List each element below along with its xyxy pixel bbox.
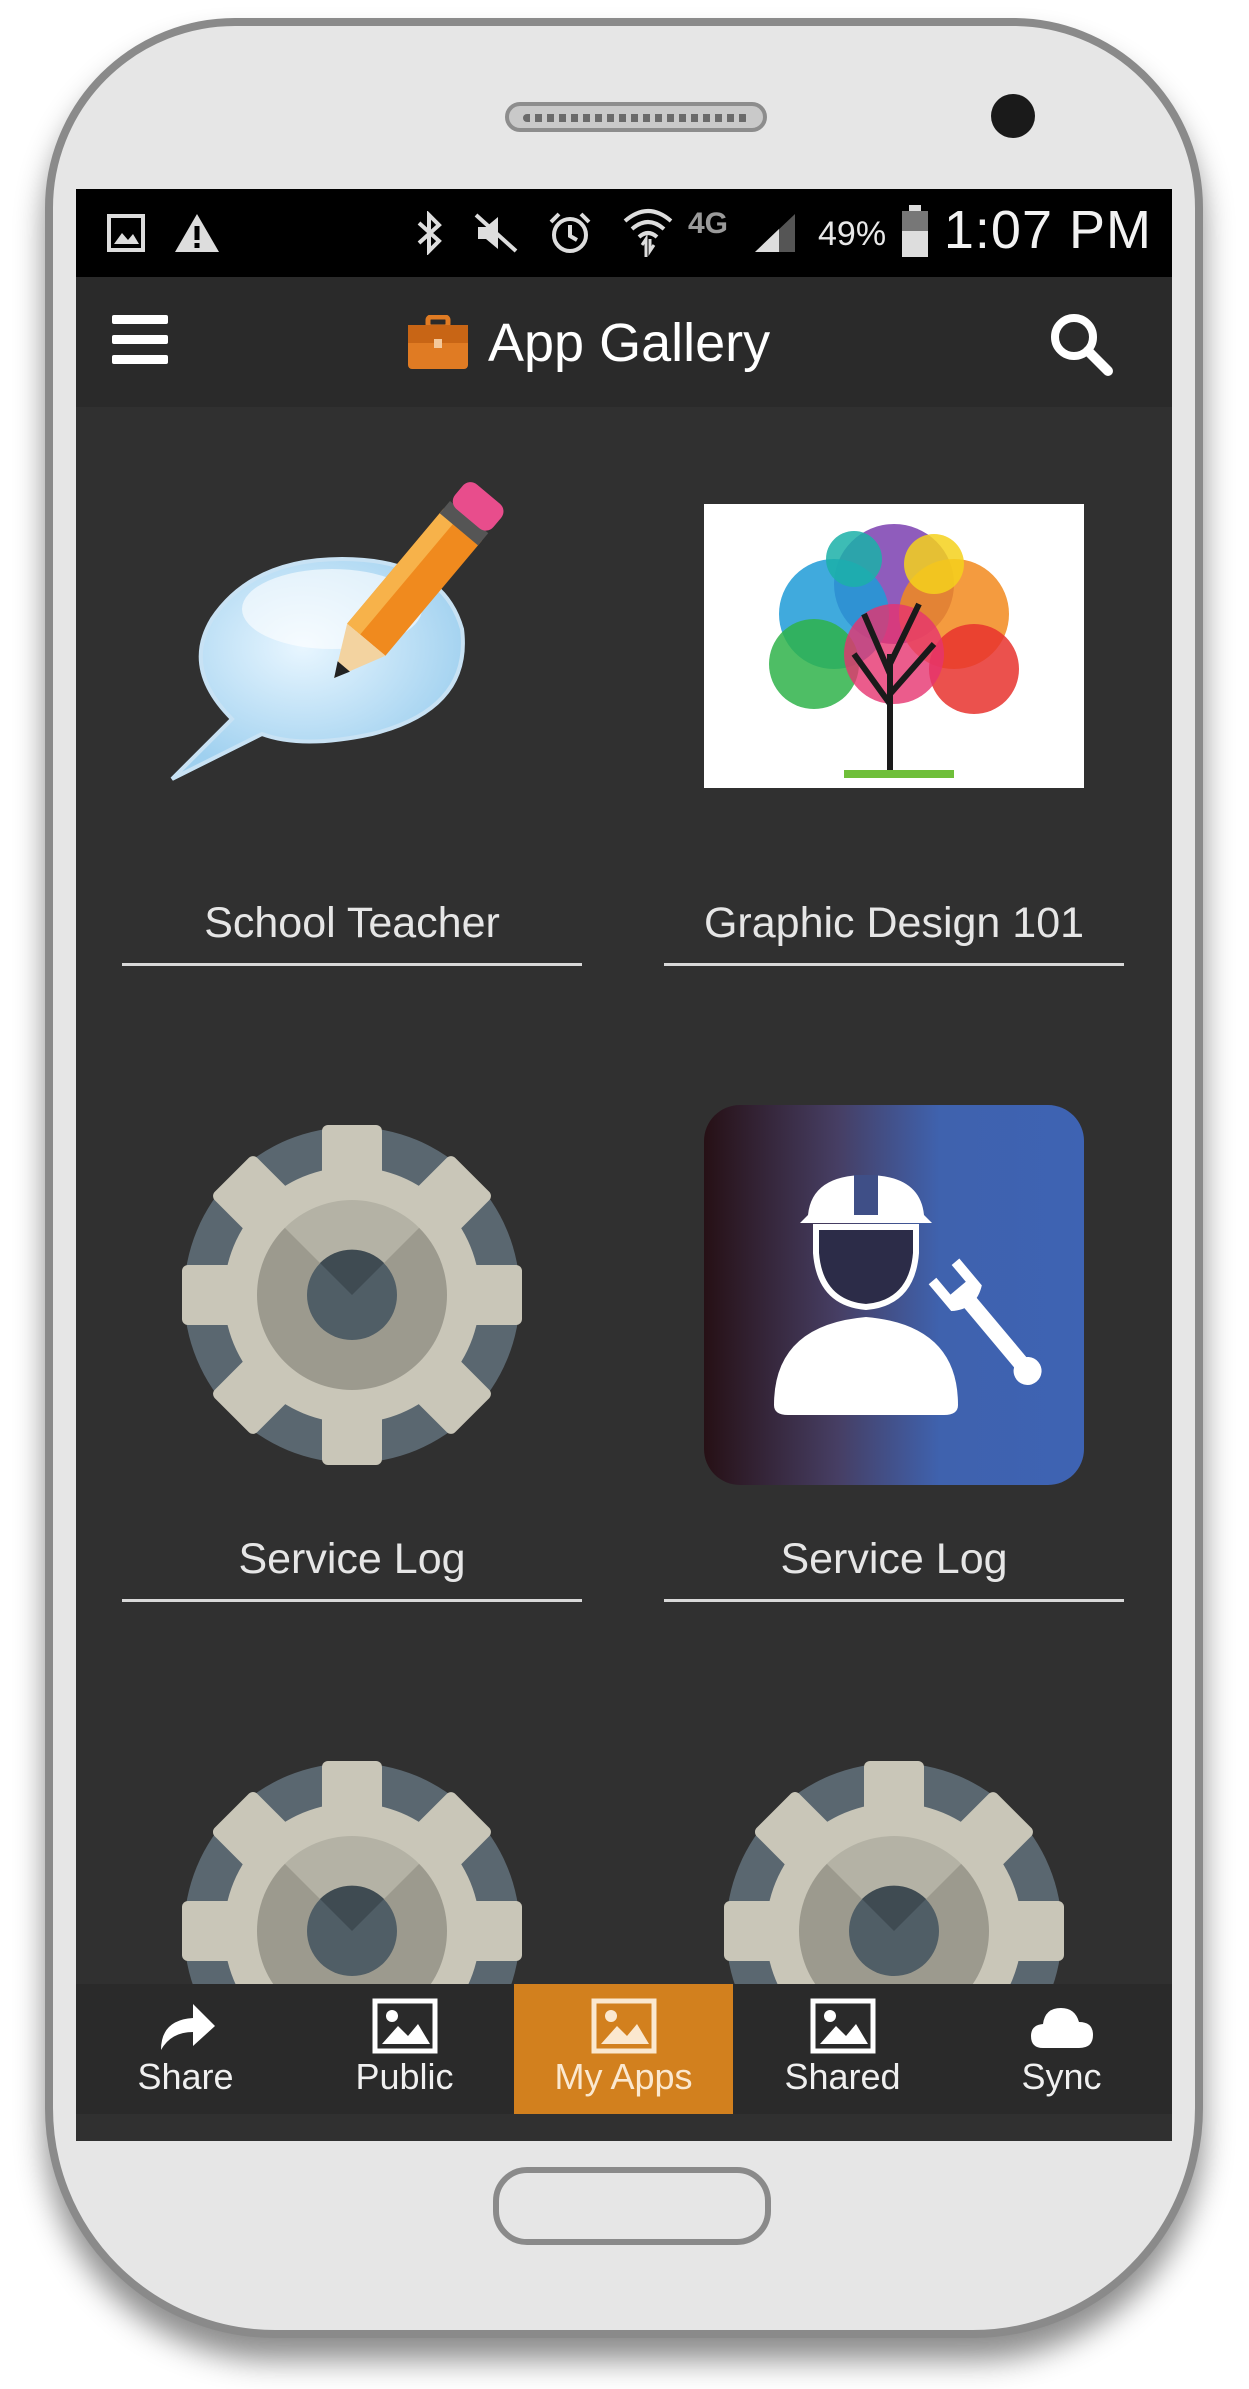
nav-public[interactable]: Public (295, 1984, 514, 2114)
app-tile-graphic-design[interactable]: Graphic Design 101 (664, 429, 1124, 989)
speaker-grille (505, 102, 767, 132)
alarm-icon (546, 211, 594, 255)
home-button[interactable] (493, 2167, 771, 2245)
nav-label: Sync (1021, 2056, 1102, 2097)
nav-label: Public (355, 2056, 454, 2097)
front-camera (991, 94, 1035, 138)
app-label: Graphic Design 101 (703, 899, 1085, 947)
battery-percent: 49% (818, 215, 887, 253)
worker-wrench-icon (694, 1095, 1094, 1495)
network-type: 4G (688, 207, 729, 240)
image-icon (372, 1998, 437, 2054)
app-label: School Teacher (204, 899, 500, 947)
bluetooth-icon (412, 211, 448, 255)
app-tile-school-teacher[interactable]: School Teacher (122, 429, 582, 989)
app-label: Service Log (238, 1535, 466, 1583)
divider (122, 963, 582, 966)
nav-my-apps[interactable]: My Apps (514, 1984, 733, 2114)
nav-shared[interactable]: Shared (733, 1984, 952, 2114)
divider (664, 963, 1124, 966)
app-bar: App Gallery (76, 277, 1172, 407)
wifi-icon (622, 201, 674, 261)
gear-icon (152, 1095, 552, 1495)
menu-icon[interactable] (112, 315, 168, 365)
page-title: App Gallery (488, 313, 771, 373)
status-bar: 4G 49% 1:07 PM (76, 189, 1172, 277)
nav-share[interactable]: Share (76, 1984, 295, 2114)
app-label: Service Log (780, 1535, 1008, 1583)
app-title: App Gallery (406, 311, 770, 375)
nav-label: Shared (784, 2056, 901, 2097)
divider (664, 1599, 1124, 1602)
app-grid: School Teacher Graphic Design 101 Servic… (76, 407, 1172, 2141)
image-icon (104, 211, 148, 255)
battery-icon (900, 203, 930, 259)
app-tile-service-log[interactable]: Service Log (122, 1065, 582, 1625)
speech-pencil-icon (152, 459, 552, 859)
briefcase-icon (408, 315, 468, 369)
screen: 4G 49% 1:07 PM App Gallery School Teache… (76, 189, 1172, 2141)
warning-icon (172, 211, 222, 255)
clock: 1:07 PM (943, 200, 1152, 260)
image-icon (810, 1998, 875, 2054)
app-tile-service-log-2[interactable]: Service Log (664, 1065, 1124, 1625)
nav-sync[interactable]: Sync (952, 1984, 1171, 2114)
image-icon (591, 1998, 656, 2054)
nav-label: Share (137, 2056, 234, 2097)
mute-icon (471, 211, 521, 255)
divider (122, 1599, 582, 1602)
search-icon[interactable] (1048, 311, 1114, 377)
cloud-icon (1030, 2008, 1093, 2048)
signal-icon (752, 211, 798, 255)
color-tree-image (694, 459, 1094, 859)
nav-label: My Apps (554, 2056, 693, 2097)
share-icon (160, 2004, 215, 2050)
bottom-nav: Share Public My Apps Shared Sync (76, 1984, 1172, 2114)
